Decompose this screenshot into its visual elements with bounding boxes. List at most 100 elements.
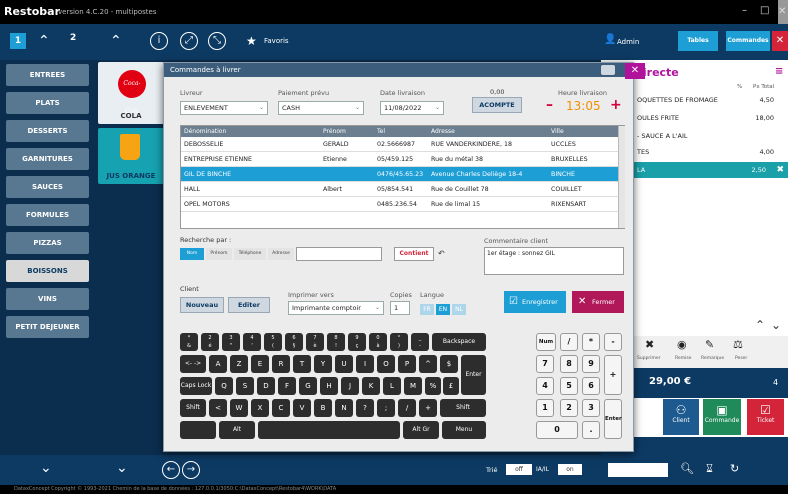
col-adresse[interactable]: Adresse — [431, 126, 455, 137]
key-y[interactable]: Y — [314, 355, 332, 373]
menu-icon[interactable]: ≡ — [775, 66, 783, 77]
altgr-key[interactable]: Alt Gr — [403, 421, 439, 439]
key-slash[interactable]: / — [398, 399, 416, 417]
key[interactable]: 7è — [306, 333, 324, 351]
num-0-key[interactable]: 0 — [536, 421, 578, 439]
shrink-icon[interactable]: ⤡ — [208, 32, 226, 50]
category-desserts[interactable]: DESSERTS — [6, 120, 89, 142]
key-z[interactable]: Z — [230, 355, 248, 373]
key-h[interactable]: H — [320, 377, 338, 395]
tool-remise[interactable]: Remise — [675, 356, 691, 361]
shift-left-key[interactable]: Shift — [180, 399, 206, 417]
enregistrer-button[interactable]: ☑ Enregistrer — [504, 291, 566, 313]
category-formules[interactable]: FORMULES — [6, 204, 89, 226]
product-tile-cola[interactable]: Coca-Cola COLA — [98, 62, 164, 124]
col-prenom[interactable]: Prénom — [323, 126, 346, 137]
tool-remarque[interactable]: Remarque — [701, 356, 724, 361]
contient-button[interactable]: Contient — [394, 247, 434, 261]
num-9-key[interactable]: 9 — [582, 355, 600, 373]
star-icon[interactable]: ★ — [246, 32, 257, 50]
search-field[interactable] — [608, 463, 668, 477]
table-row[interactable]: DEBOSSELIE GERALD 02.5666987 RUE VANDERK… — [181, 137, 618, 152]
key-r[interactable]: R — [272, 355, 290, 373]
chevron-up-icon[interactable]: ⌃ — [38, 32, 50, 50]
num-2-key[interactable]: 2 — [560, 399, 578, 417]
num-7-key[interactable]: 7 — [536, 355, 554, 373]
capslock-key[interactable]: Caps Lock — [180, 377, 212, 395]
sort-on-toggle[interactable]: on — [558, 464, 582, 475]
ticket-action-button[interactable]: ☑ Ticket — [747, 399, 784, 435]
search-mode-telephone[interactable]: Téléphone — [234, 248, 266, 260]
table-row[interactable]: OPEL MOTORS 0485.236.54 Rue de limal 15 … — [181, 197, 618, 212]
num-enter-key[interactable]: Enter — [604, 399, 622, 439]
delete-icon[interactable]: ✖ — [645, 338, 654, 351]
category-garnitures[interactable]: GARNITURES — [6, 148, 89, 170]
refresh-icon[interactable]: ↻ — [730, 462, 739, 475]
product-tile-jus-orange[interactable]: JUS ORANGE — [98, 128, 164, 184]
key-b[interactable]: B — [314, 399, 332, 417]
tab-key[interactable]: <- -> — [180, 355, 206, 373]
close-orders-button[interactable]: ✕ — [772, 31, 788, 51]
category-sauces[interactable]: SAUCES — [6, 176, 89, 198]
comment-field[interactable]: 1er étage : sonnez GIL — [484, 247, 624, 275]
time-plus-button[interactable]: + — [610, 97, 622, 113]
key-l[interactable]: L — [383, 377, 401, 395]
key[interactable]: _ - — [411, 333, 429, 351]
livreur-select[interactable]: ENLEVEMENT ⌄ — [180, 101, 268, 115]
key-n[interactable]: N — [335, 399, 353, 417]
key[interactable]: 2é — [201, 333, 219, 351]
key[interactable]: 3 " — [222, 333, 240, 351]
category-plats[interactable]: PLATS — [6, 92, 89, 114]
key-pound[interactable]: £ — [443, 377, 459, 395]
weigh-icon[interactable]: ⚖ — [733, 338, 743, 351]
key-x[interactable]: X — [251, 399, 269, 417]
table-scrollbar[interactable] — [618, 126, 625, 228]
spacebar-key[interactable] — [258, 421, 400, 439]
remove-line-icon[interactable]: ✖ — [776, 162, 784, 178]
num-3-key[interactable]: 3 — [582, 399, 600, 417]
key[interactable]: 0à — [369, 333, 387, 351]
category-boissons[interactable]: BOISSONS — [6, 260, 89, 282]
category-petit-dejeuner[interactable]: PETIT DEJEUNER — [6, 316, 89, 338]
key-d[interactable]: D — [257, 377, 275, 395]
search-mode-nom[interactable]: Nom — [180, 248, 204, 260]
key[interactable]: 6 § — [285, 333, 303, 351]
key[interactable]: 4 ' — [243, 333, 261, 351]
key-dollar[interactable]: $ — [440, 355, 458, 373]
scroll-up-icon[interactable]: ⌃ — [755, 318, 765, 332]
key-j[interactable]: J — [341, 377, 359, 395]
key-o[interactable]: O — [377, 355, 395, 373]
enter-key[interactable]: Enter — [461, 355, 486, 395]
menu-key[interactable]: Menu — [442, 421, 486, 439]
num-multiply-key[interactable]: * — [582, 333, 600, 351]
table-row-selected[interactable]: GIL DE BINCHE 0476/45.65.23 Avenue Charl… — [181, 167, 618, 182]
maximize-button[interactable]: □ — [760, 5, 769, 16]
key[interactable]: °) — [390, 333, 408, 351]
dialog-close-icon[interactable]: ✕ — [625, 63, 645, 79]
commandes-button[interactable]: Commandes — [726, 31, 770, 51]
discount-icon[interactable]: ◉ — [677, 338, 687, 351]
num-8-key[interactable]: 8 — [560, 355, 578, 373]
copies-field[interactable]: 1 — [390, 301, 410, 315]
key-c[interactable]: C — [272, 399, 290, 417]
date-field[interactable]: 11/08/2022 ⌄ — [380, 101, 444, 115]
key-s[interactable]: S — [236, 377, 254, 395]
page-1-button[interactable]: 1 — [10, 33, 26, 49]
num-minus-key[interactable]: - — [604, 333, 622, 351]
info-icon[interactable]: i — [150, 32, 168, 50]
category-pizzas[interactable]: PIZZAS — [6, 232, 89, 254]
num-1-key[interactable]: 1 — [536, 399, 554, 417]
chevron-down-icon[interactable]: ⌄ — [116, 460, 128, 476]
forward-icon[interactable]: → — [182, 461, 200, 479]
category-entrees[interactable]: ENTREES — [6, 64, 89, 86]
chevron-up-icon[interactable]: ⌃ — [110, 32, 122, 50]
col-denomination[interactable]: Dénomination — [184, 126, 226, 137]
tables-button[interactable]: Tables — [678, 31, 718, 51]
window-close-button[interactable]: ✕ — [778, 0, 788, 24]
key-t[interactable]: T — [293, 355, 311, 373]
delivery-time[interactable]: 13:05 — [566, 99, 601, 113]
key-m[interactable]: M — [404, 377, 422, 395]
key-w[interactable]: W — [230, 399, 248, 417]
key-semicolon[interactable]: ; — [377, 399, 395, 417]
key-v[interactable]: V — [293, 399, 311, 417]
